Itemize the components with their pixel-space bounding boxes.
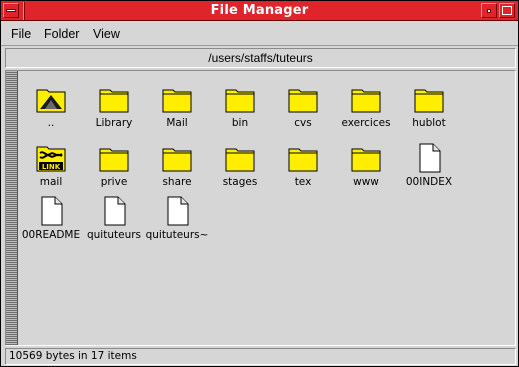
folder-icon [225,143,255,173]
folder-icon [288,143,318,173]
file-item[interactable]: stages [205,143,275,197]
file-item[interactable]: 00INDEX [394,143,464,197]
file-item[interactable]: tex [268,143,338,197]
file-item[interactable]: Library [79,84,149,138]
folder-icon [225,84,255,114]
file-item[interactable]: share [142,143,212,197]
folder-icon [288,84,318,114]
folder-icon [414,84,444,114]
file-item[interactable]: 00README [16,196,86,250]
folder-icon [162,84,192,114]
folder-icon [99,143,129,173]
menu-folder[interactable]: Folder [44,27,79,41]
minimize-button[interactable] [481,3,497,18]
maximize-icon [502,6,512,15]
file-item[interactable]: quituteurs [79,196,149,250]
link-folder-icon: LINK [36,143,66,173]
current-path: /users/staffs/tuteurs [208,51,313,65]
menu-view[interactable]: View [93,27,120,41]
menu-file[interactable]: File [11,27,31,41]
file-icon [162,196,192,226]
minimize-icon [487,9,491,13]
parent-folder-icon [36,84,66,114]
file-item[interactable]: .. [16,84,86,138]
file-item[interactable]: www [331,143,401,197]
file-item[interactable]: Mail [142,84,212,138]
menu-bar: File Folder View [1,22,518,46]
file-item[interactable]: exercices [331,84,401,138]
folder-icon [351,84,381,114]
file-icon [414,143,444,173]
file-item-label: hublot [412,117,446,129]
file-item[interactable]: prive [79,143,149,197]
folder-icon [162,143,192,173]
path-bar: /users/staffs/tuteurs [5,48,516,68]
window-title: File Manager [210,3,309,18]
svg-text:LINK: LINK [42,163,61,171]
status-bar: 10569 bytes in 17 items [5,348,516,365]
file-item[interactable]: quituteurs~ [142,196,212,250]
maximize-button[interactable] [499,3,515,18]
file-item-label: 00INDEX [405,176,453,188]
folder-icon [351,143,381,173]
file-item[interactable]: hublot [394,84,464,138]
folder-icon [99,84,129,114]
file-item[interactable]: bin [205,84,275,138]
title-bar[interactable]: File Manager [1,1,518,21]
status-text: 10569 bytes in 17 items [9,350,137,362]
file-manager-window: File Manager File Folder View /users/sta… [0,0,519,367]
file-view[interactable]: .. Library Mail bin cvs exercices hublot… [5,70,516,346]
file-icon [99,196,129,226]
file-icon [36,196,66,226]
file-item[interactable]: cvs [268,84,338,138]
file-item[interactable]: LINK mail [16,143,86,197]
file-item-label: quituteurs~ [145,229,209,241]
